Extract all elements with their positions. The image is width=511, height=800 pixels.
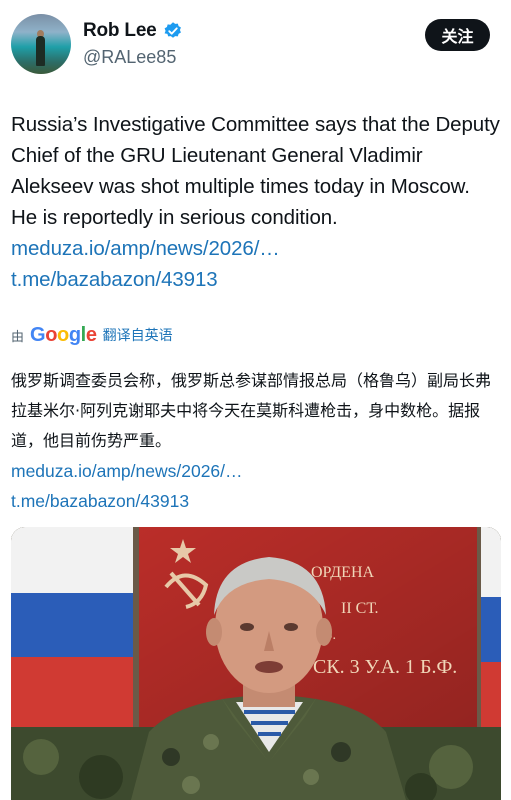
author-name-row[interactable]: Rob Lee xyxy=(83,20,183,42)
author-handle[interactable]: @RALee85 xyxy=(83,47,176,68)
tweet-link-meduza[interactable]: meduza.io/amp/news/2026/… xyxy=(11,233,501,264)
translated-link-telegram[interactable]: t.me/bazabazon/43913 xyxy=(11,486,503,516)
google-logo: Google xyxy=(30,323,97,346)
photo-illustration: ОРДЕНА II СТ. ИВ. СК. 3 У.А. 1 Б.Ф. xyxy=(11,527,501,800)
tweet-body: Russia’s Investigative Committee says th… xyxy=(11,109,501,295)
translation-attribution: 由 Google 翻译自英语 xyxy=(11,322,173,348)
tweet-media-photo[interactable]: ОРДЕНА II СТ. ИВ. СК. 3 У.А. 1 Б.Ф. xyxy=(11,527,501,800)
avatar[interactable] xyxy=(11,14,71,74)
banner-text-4: СК. 3 У.А. 1 Б.Ф. xyxy=(313,656,457,678)
translated-text: 俄罗斯调查委员会称，俄罗斯总参谋部情报总局（格鲁乌）副局长弗拉基米尔·阿列克谢耶… xyxy=(11,371,492,450)
tweet-link-telegram[interactable]: t.me/bazabazon/43913 xyxy=(11,264,501,295)
tweet-text: Russia’s Investigative Committee says th… xyxy=(11,113,500,229)
verified-badge-icon xyxy=(164,22,181,38)
author-name[interactable]: Rob Lee xyxy=(83,20,157,42)
translated-by-prefix: 由 xyxy=(11,329,25,345)
translated-body: 俄罗斯调查委员会称，俄罗斯总参谋部情报总局（格鲁乌）副局长弗拉基米尔·阿列克谢耶… xyxy=(11,366,503,516)
tweet-header: Rob Lee @RALee85 关注 xyxy=(0,0,511,90)
follow-button[interactable]: 关注 xyxy=(425,19,490,51)
banner-text-2: II СТ. xyxy=(341,600,379,617)
translated-link-meduza[interactable]: meduza.io/amp/news/2026/… xyxy=(11,456,503,486)
translated-from-english-label[interactable]: 翻译自英语 xyxy=(103,325,173,345)
banner-text-1: ОРДЕНА xyxy=(311,564,374,581)
